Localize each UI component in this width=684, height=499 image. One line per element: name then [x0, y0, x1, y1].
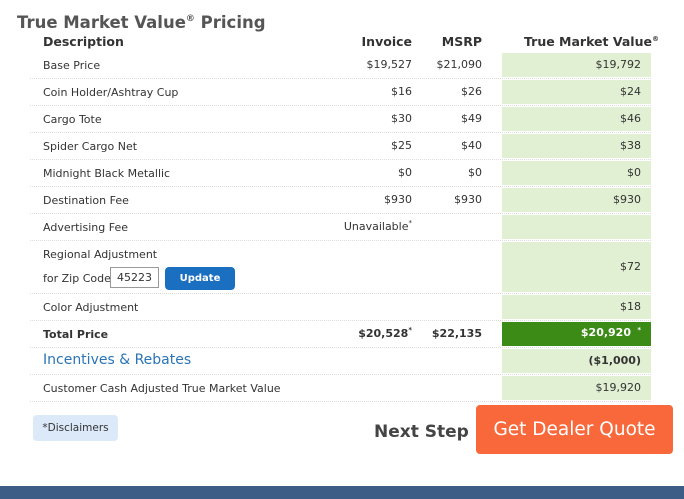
row-tmv [502, 215, 651, 239]
page-title: True Market Value® Pricing [17, 13, 266, 32]
incentives-tmv: ($1,000) [502, 349, 651, 373]
row-tmv: $19,920 [502, 376, 651, 400]
row-msrp: $49 [461, 112, 482, 125]
table-row: Spider Cargo Net $25 $40 $38 [30, 133, 651, 160]
row-invoice: $25 [391, 139, 412, 152]
row-tmv: $930 [502, 188, 651, 212]
next-step-label: Next Step [374, 422, 469, 442]
row-msrp: $0 [468, 166, 482, 179]
total-msrp: $22,135 [431, 327, 482, 340]
update-button[interactable]: Update [165, 267, 235, 290]
row-invoice: $930 [384, 193, 412, 206]
row-msrp: $40 [461, 139, 482, 152]
row-label: Coin Holder/Ashtray Cup [43, 86, 179, 99]
row-msrp: $21,090 [436, 58, 483, 71]
header-invoice: Invoice [361, 34, 412, 49]
row-label: Midnight Black Metallic [43, 167, 171, 180]
row-tmv: $19,792 [502, 53, 651, 77]
table-row: Cargo Tote $30 $49 $46 [30, 106, 651, 133]
total-price-row: Total Price $20,528* $22,135 $20,920 * [30, 321, 651, 348]
table-row: Coin Holder/Ashtray Cup $16 $26 $24 [30, 79, 651, 106]
table-row: Advertising Fee Unavailable* [30, 214, 651, 241]
total-tmv: $20,920 * [502, 322, 651, 346]
row-invoice: $30 [391, 112, 412, 125]
row-tmv: $0 [502, 161, 651, 185]
header-description: Description [43, 34, 124, 49]
row-label: Advertising Fee [43, 221, 128, 234]
row-invoice: Unavailable* [343, 219, 412, 233]
row-msrp: $930 [454, 193, 482, 206]
row-tmv: $72 [502, 242, 651, 292]
row-tmv: $38 [502, 134, 651, 158]
get-dealer-quote-button[interactable]: Get Dealer Quote [476, 405, 673, 454]
zip-code-input[interactable] [110, 267, 159, 288]
footer-bar [0, 486, 684, 499]
row-msrp: $26 [461, 85, 482, 98]
total-invoice: $20,528* [358, 326, 412, 340]
table-row: Midnight Black Metallic $0 $0 $0 [30, 160, 651, 187]
incentives-row: Incentives & Rebates ($1,000) [30, 348, 651, 375]
zip-code-label: for Zip Code: [43, 272, 115, 285]
row-label: Cargo Tote [43, 113, 102, 126]
table-row: Destination Fee $930 $930 $930 [30, 187, 651, 214]
incentives-rebates-link[interactable]: Incentives & Rebates [43, 352, 191, 368]
row-tmv: $18 [502, 295, 651, 319]
row-label: Color Adjustment [43, 301, 139, 314]
regional-adjustment-row: Regional Adjustment for Zip Code: Update… [30, 241, 651, 294]
row-tmv: $46 [502, 107, 651, 131]
row-invoice: $0 [398, 166, 412, 179]
disclaimers-button[interactable]: *Disclaimers [33, 415, 118, 441]
pricing-table: Base Price $19,527 $21,090 $19,792 Coin … [30, 52, 651, 402]
row-label: Spider Cargo Net [43, 140, 138, 153]
regional-adjustment-label: Regional Adjustment [43, 248, 158, 261]
row-label: Customer Cash Adjusted True Market Value [43, 382, 281, 395]
row-tmv: $24 [502, 80, 651, 104]
table-row: Base Price $19,527 $21,090 $19,792 [30, 52, 651, 79]
cash-adjusted-row: Customer Cash Adjusted True Market Value… [30, 375, 651, 402]
header-tmv: True Market Value® [524, 34, 659, 49]
row-invoice: $19,527 [366, 58, 413, 71]
row-invoice: $16 [391, 85, 412, 98]
row-label: Base Price [43, 59, 101, 72]
total-price-label: Total Price [43, 328, 109, 341]
header-msrp: MSRP [441, 34, 482, 49]
row-label: Destination Fee [43, 194, 129, 207]
color-adjustment-row: Color Adjustment $18 [30, 294, 651, 321]
